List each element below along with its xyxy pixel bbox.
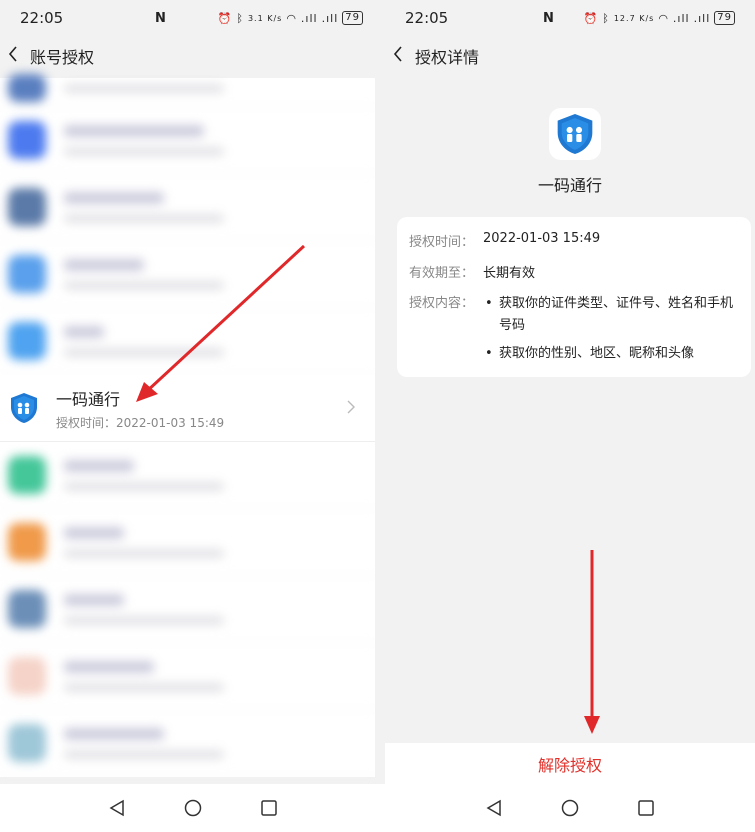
auth-time-value: 2022-01-03 15:49 xyxy=(483,231,601,246)
list-item[interactable] xyxy=(0,70,375,107)
battery-icon: 79 xyxy=(714,11,735,25)
authorization-detail-screen: 22:05 N ⏰ ᛒ 12.7 K/s ◠ .ıll .ıll 79 授权详情… xyxy=(385,0,755,832)
list-item[interactable] xyxy=(0,174,375,241)
list-item[interactable] xyxy=(0,241,375,308)
list-item[interactable] xyxy=(0,308,375,375)
nfc-icon: N xyxy=(543,10,554,26)
top-bar: 账号授权 xyxy=(0,38,385,74)
battery-icon: 79 xyxy=(342,11,363,25)
list-item[interactable] xyxy=(0,442,375,509)
nav-home-icon[interactable] xyxy=(181,796,205,820)
status-icons: ⏰ ᛒ 3.1 K/s ◠ .ıll .ıll 79 xyxy=(218,11,363,25)
signal-icon-2: .ıll xyxy=(321,11,339,25)
list-item-yimatongxing[interactable]: 一码通行 授权时间：2022-01-03 15:49 xyxy=(0,375,375,442)
alarm-icon: ⏰ xyxy=(583,11,599,25)
system-nav-bar xyxy=(0,784,385,832)
app-name: 一码通行 xyxy=(537,176,602,195)
wifi-icon: ◠ xyxy=(658,11,669,25)
nav-back-icon[interactable] xyxy=(105,796,129,820)
account-authorization-screen: 22:05 N ⏰ ᛒ 3.1 K/s ◠ .ıll .ıll 79 账号授权 xyxy=(0,0,385,832)
revoke-authorization-button[interactable]: 解除授权 xyxy=(385,743,755,784)
auth-content-item: 获取你的证件类型、证件号、姓名和手机号码 xyxy=(483,293,739,337)
status-icons: ⏰ ᛒ 12.7 K/s ◠ .ıll .ıll 79 xyxy=(584,11,735,25)
app-name: 一码通行 xyxy=(56,389,121,409)
auth-time-label: 授权时间： xyxy=(409,235,475,250)
wifi-icon: ◠ xyxy=(286,11,297,25)
page-title: 账号授权 xyxy=(30,48,95,67)
status-bar: 22:05 N ⏰ ᛒ 12.7 K/s ◠ .ıll .ıll 79 xyxy=(385,0,755,36)
status-bar: 22:05 N ⏰ ᛒ 3.1 K/s ◠ .ıll .ıll 79 xyxy=(0,0,385,36)
signal-icon: .ıll xyxy=(300,11,318,25)
auth-content-list: 获取你的证件类型、证件号、姓名和手机号码 获取你的性别、地区、昵称和头像 xyxy=(483,293,739,371)
net-speed: 3.1 K/s xyxy=(247,13,283,23)
authorization-info-card: 授权时间： 2022-01-03 15:49 有效期至： 长期有效 授权内容： … xyxy=(397,217,751,377)
valid-until-value: 长期有效 xyxy=(483,266,536,281)
list-item[interactable] xyxy=(0,710,375,777)
top-bar: 授权详情 xyxy=(385,38,755,74)
bluetooth-icon: ᛒ xyxy=(602,11,610,25)
alarm-icon: ⏰ xyxy=(217,11,233,25)
list-item[interactable] xyxy=(0,107,375,174)
back-icon[interactable] xyxy=(393,45,407,67)
nav-home-icon[interactable] xyxy=(558,796,582,820)
status-time: 22:05 xyxy=(405,9,449,27)
chevron-right-icon xyxy=(347,399,355,418)
status-time: 22:05 xyxy=(20,9,64,27)
net-speed: 12.7 K/s xyxy=(613,13,655,23)
nfc-icon: N xyxy=(155,10,166,26)
shield-app-icon xyxy=(8,392,40,424)
auth-content-item: 获取你的性别、地区、昵称和头像 xyxy=(483,343,739,365)
auth-content-label: 授权内容： xyxy=(409,296,475,311)
nav-recents-icon[interactable] xyxy=(257,796,281,820)
system-nav-bar xyxy=(385,784,755,832)
app-icon xyxy=(549,108,601,160)
signal-icon: .ıll xyxy=(672,11,690,25)
page-title: 授权详情 xyxy=(415,48,480,67)
nav-recents-icon[interactable] xyxy=(634,796,658,820)
authorization-time: 授权时间：2022-01-03 15:49 xyxy=(56,415,225,430)
list-item[interactable] xyxy=(0,643,375,710)
back-icon[interactable] xyxy=(8,45,22,67)
bluetooth-icon: ᛒ xyxy=(236,11,244,25)
nav-back-icon[interactable] xyxy=(482,796,506,820)
list-item[interactable] xyxy=(0,576,375,643)
authorized-app-list: 一码通行 授权时间：2022-01-03 15:49 xyxy=(0,74,375,777)
signal-icon-2: .ıll xyxy=(693,11,711,25)
list-item[interactable] xyxy=(0,509,375,576)
valid-until-label: 有效期至： xyxy=(409,266,475,281)
